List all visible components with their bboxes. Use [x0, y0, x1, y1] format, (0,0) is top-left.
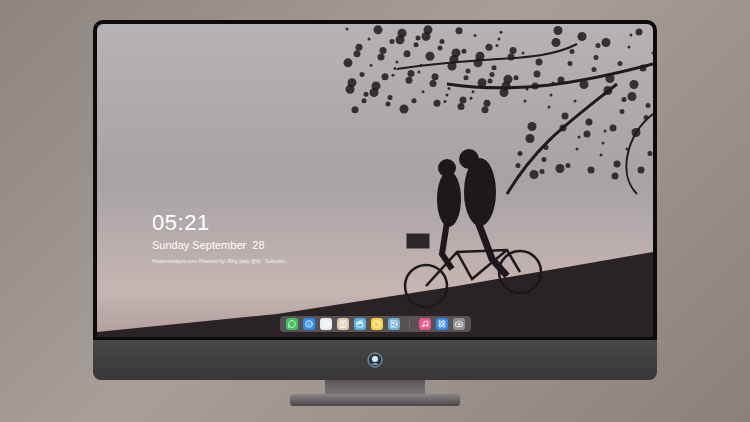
dock-app[interactable] — [436, 318, 448, 330]
date: Sunday September 28 — [152, 238, 653, 252]
lock-info: 05:21 Sunday September 28 Hoatonlowayes.co… — [97, 24, 653, 265]
dock-app[interactable] — [286, 318, 298, 330]
app-icon — [339, 320, 347, 328]
wallpaper-photo — [97, 24, 653, 337]
app-icon — [438, 320, 446, 328]
app-icon — [305, 320, 313, 328]
app-icon — [421, 320, 429, 328]
dock-app[interactable] — [371, 318, 383, 330]
stand-base — [290, 394, 460, 406]
app-icon — [356, 320, 364, 328]
app-icon — [455, 320, 463, 328]
dock-app[interactable] — [337, 318, 349, 330]
screen: 05:21 Sunday September 28 Hoatonlowayes.co… — [97, 24, 653, 337]
caption: Hoatonlowayes.com Powered by: Bing daily… — [152, 258, 653, 265]
app-icon — [322, 320, 330, 328]
page: 05:21 Sunday September 28 Hoatonlowayes.co… — [0, 0, 750, 422]
dock-app[interactable] — [419, 318, 431, 330]
stand-neck — [325, 380, 425, 394]
dock — [280, 316, 471, 332]
app-icon — [373, 320, 381, 328]
app-icon — [288, 320, 296, 328]
logo-icon — [367, 352, 383, 368]
monitor: 05:21 Sunday September 28 Hoatonlowayes.co… — [93, 20, 657, 406]
dock-app[interactable] — [320, 318, 332, 330]
monitor-chin — [93, 340, 657, 380]
screen-bezel: 05:21 Sunday September 28 Hoatonlowayes.co… — [93, 20, 657, 340]
clock: 05:21 — [152, 210, 653, 236]
dock-separator — [409, 319, 410, 329]
dock-app[interactable] — [388, 318, 400, 330]
dock-app[interactable] — [303, 318, 315, 330]
dock-app[interactable] — [453, 318, 465, 330]
app-icon — [390, 320, 398, 328]
dock-app[interactable] — [354, 318, 366, 330]
